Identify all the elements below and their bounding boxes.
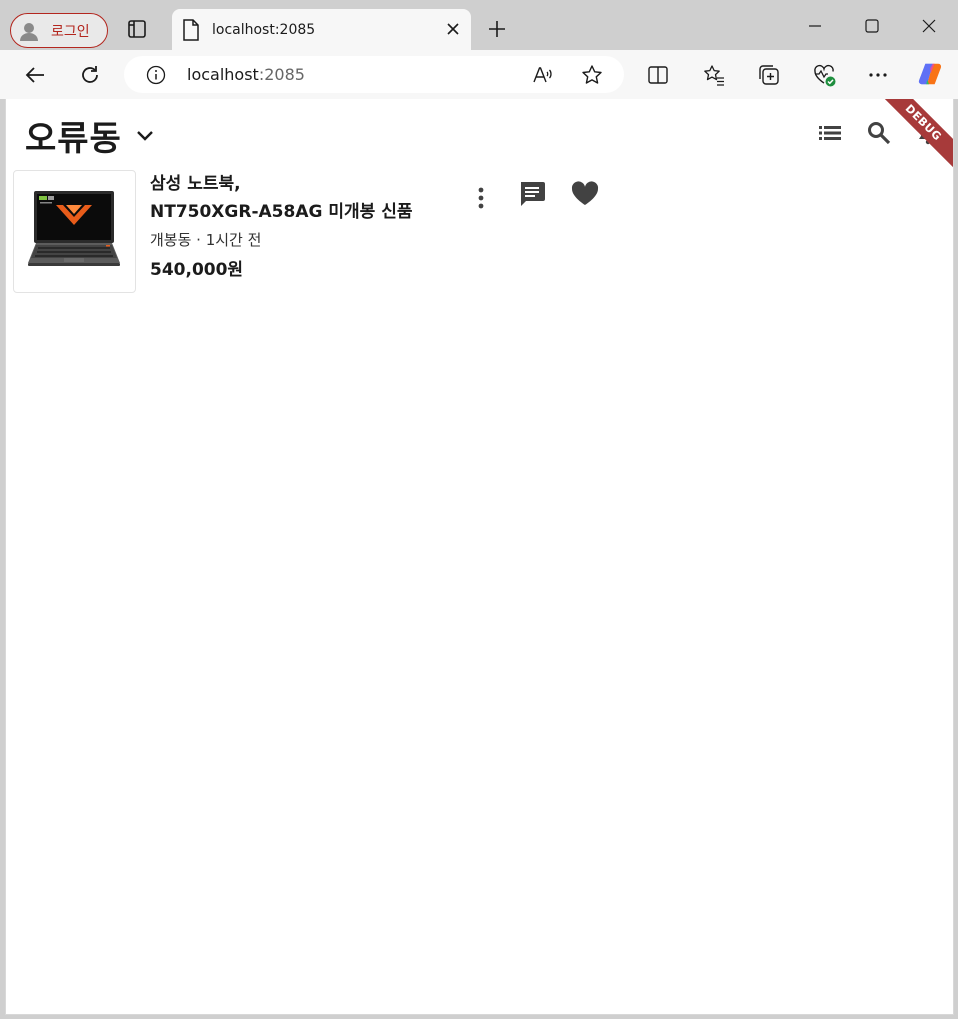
user-avatar-icon	[18, 20, 40, 42]
url-text: localhost:2085	[187, 65, 305, 84]
favorites-icon[interactable]	[701, 62, 727, 88]
new-tab-icon[interactable]	[486, 18, 508, 40]
more-options-icon[interactable]	[865, 62, 891, 88]
more-vert-icon[interactable]	[474, 185, 488, 211]
chat-icon[interactable]	[517, 179, 547, 209]
tab-title: localhost:2085	[212, 21, 316, 38]
url-host: localhost	[187, 65, 259, 84]
collections-icon[interactable]	[756, 62, 782, 88]
site-info-icon[interactable]	[146, 65, 166, 85]
window-close-icon[interactable]	[914, 12, 944, 40]
browser-essentials-icon[interactable]	[811, 62, 837, 88]
heart-icon[interactable]	[570, 179, 600, 209]
favorite-star-icon[interactable]	[579, 62, 605, 88]
list-icon[interactable]	[816, 119, 844, 147]
chevron-down-icon	[134, 125, 156, 147]
tab-actions-icon[interactable]	[126, 18, 148, 40]
product-list-item[interactable]: 삼성 노트북, NT750XGR-A58AG 미개봉 신품 개봉동 · 1시간 …	[12, 169, 632, 295]
url-port: :2085	[258, 65, 305, 84]
browser-tab-strip: 로그인 localhost:2085	[0, 0, 958, 50]
profile-button[interactable]: 로그인	[10, 13, 108, 48]
copilot-icon[interactable]	[917, 61, 943, 87]
profile-label: 로그인	[51, 23, 90, 40]
back-icon[interactable]	[22, 62, 48, 88]
location-name: 오류동	[25, 119, 122, 159]
app-page: 오류동 DEBUG 삼성 노트북, NT750XGR-A58AG 미개봉 신품 …	[5, 99, 954, 1015]
product-thumbnail	[13, 170, 136, 293]
product-price: 540,000원	[150, 260, 244, 280]
product-location-time: 개봉동 · 1시간 전	[150, 231, 262, 249]
tab-localhost[interactable]: localhost:2085	[172, 9, 471, 50]
tab-close-icon[interactable]	[445, 21, 461, 37]
address-bar[interactable]: localhost:2085	[124, 56, 624, 93]
split-screen-icon[interactable]	[645, 62, 671, 88]
search-icon[interactable]	[865, 119, 893, 147]
read-aloud-icon[interactable]	[530, 62, 556, 88]
product-title: 삼성 노트북, NT750XGR-A58AG 미개봉 신품	[150, 174, 413, 222]
minimize-icon[interactable]	[800, 12, 830, 40]
browser-toolbar: localhost:2085	[0, 50, 958, 99]
page-icon	[182, 18, 200, 41]
location-selector[interactable]: 오류동	[25, 111, 156, 160]
maximize-icon[interactable]	[857, 12, 887, 40]
refresh-icon[interactable]	[77, 62, 103, 88]
